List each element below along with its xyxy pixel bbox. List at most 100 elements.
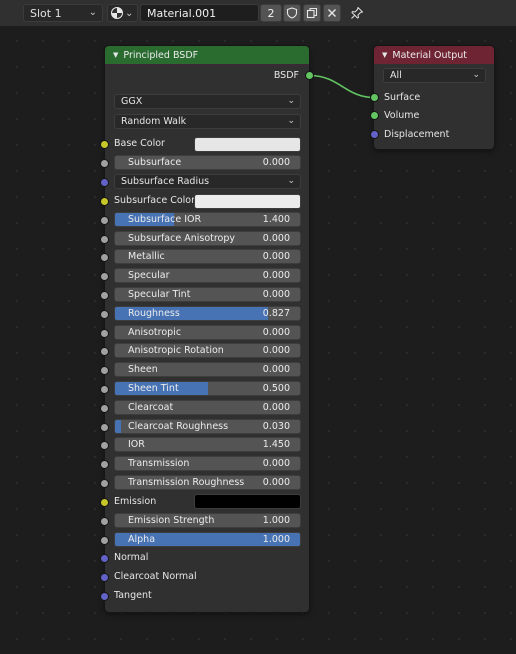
- metallic-socket[interactable]: [101, 253, 108, 261]
- specular-value: 0.000: [262, 270, 290, 281]
- roughness-label: Roughness: [128, 308, 180, 319]
- transmission-socket[interactable]: [101, 460, 108, 468]
- emission-swatch[interactable]: [194, 494, 301, 509]
- anisotropic-rotation-slider[interactable]: Anisotropic Rotation 0.000: [114, 343, 301, 358]
- transmission-slider[interactable]: Transmission 0.000: [114, 456, 301, 471]
- ior-label: IOR: [128, 439, 145, 450]
- bsdf-output-socket[interactable]: [305, 71, 313, 79]
- subsurface-anisotropy-slider[interactable]: Subsurface Anisotropy 0.000: [114, 231, 301, 246]
- unlink-material-button[interactable]: [323, 4, 341, 22]
- base-color-swatch[interactable]: [194, 137, 301, 152]
- new-material-button[interactable]: [303, 4, 321, 22]
- sheen-tint-slider[interactable]: Sheen Tint 0.500: [114, 381, 301, 396]
- roughness-value: 0.827: [262, 308, 290, 319]
- metallic-slider[interactable]: Metallic 0.000: [114, 249, 301, 264]
- user-count-button[interactable]: 2: [260, 4, 282, 22]
- material-sphere-icon: [111, 7, 123, 19]
- clearcoat-roughness-slider-fill: [115, 420, 121, 433]
- anisotropic-rotation-socket[interactable]: [101, 347, 108, 355]
- transmission-label: Transmission: [128, 458, 190, 469]
- surface-socket[interactable]: [370, 94, 378, 101]
- anisotropic-socket[interactable]: [101, 329, 108, 337]
- subsurface-color-label: Subsurface Color: [114, 195, 196, 206]
- chevron-down-icon: ⌄: [472, 70, 480, 80]
- material-name-field[interactable]: Material.001: [140, 4, 259, 22]
- fake-user-button[interactable]: [283, 4, 301, 22]
- slot-selector[interactable]: Slot 1 ⌄: [23, 4, 103, 22]
- sheen-tint-label: Sheen Tint: [128, 383, 179, 394]
- subsurface-radius-socket[interactable]: [101, 178, 108, 186]
- collapse-chevron-icon[interactable]: ▼: [382, 51, 387, 59]
- distribution-dropdown[interactable]: GGX ⌄: [114, 94, 301, 109]
- subsurface-color-socket[interactable]: [101, 197, 108, 205]
- subsurface-ior-socket[interactable]: [101, 216, 108, 224]
- render-target-value: All: [390, 70, 402, 81]
- specular-tint-slider[interactable]: Specular Tint 0.000: [114, 287, 301, 302]
- subsurface-slider[interactable]: Subsurface 0.000: [114, 155, 301, 170]
- clearcoat-normal-socket[interactable]: [101, 573, 108, 581]
- node-editor-header: Slot 1 ⌄ ⌄ Material.001 2: [0, 0, 516, 26]
- bsdf-output-label: BSDF: [273, 69, 299, 81]
- base-color-socket[interactable]: [101, 140, 108, 148]
- subsurface-method-dropdown[interactable]: Random Walk ⌄: [114, 114, 301, 129]
- displacement-socket[interactable]: [370, 131, 378, 138]
- base-color-label: Base Color: [114, 138, 165, 149]
- clearcoat-socket[interactable]: [101, 404, 108, 412]
- metallic-label: Metallic: [128, 251, 165, 262]
- ior-socket[interactable]: [101, 441, 108, 449]
- tangent-label: Tangent: [114, 590, 152, 601]
- anisotropic-label: Anisotropic: [128, 327, 182, 338]
- emission-socket[interactable]: [101, 498, 108, 506]
- subsurface-ior-slider[interactable]: Subsurface IOR 1.400: [114, 212, 301, 227]
- subsurface-method-value: Random Walk: [121, 116, 187, 127]
- transmission-value: 0.000: [262, 458, 290, 469]
- subsurface-color-swatch[interactable]: [194, 194, 301, 209]
- browse-material-button[interactable]: ⌄: [107, 4, 138, 22]
- render-target-dropdown[interactable]: All ⌄: [383, 68, 486, 83]
- node-header[interactable]: ▼ Principled BSDF: [105, 46, 309, 64]
- alpha-slider[interactable]: Alpha 1.000: [114, 532, 301, 547]
- sheen-slider[interactable]: Sheen 0.000: [114, 362, 301, 377]
- subsurface-anisotropy-socket[interactable]: [101, 235, 108, 243]
- roughness-slider[interactable]: Roughness 0.827: [114, 306, 301, 321]
- anisotropic-rotation-value: 0.000: [262, 345, 290, 356]
- material-name: Material.001: [147, 6, 217, 20]
- anisotropic-slider[interactable]: Anisotropic 0.000: [114, 325, 301, 340]
- sheen-socket[interactable]: [101, 366, 108, 374]
- alpha-socket[interactable]: [101, 536, 108, 544]
- transmission-roughness-socket[interactable]: [101, 479, 108, 487]
- principled-bsdf-node[interactable]: ▼ Principled BSDF BSDF GGX ⌄ Random Walk…: [101, 46, 313, 612]
- specular-tint-socket[interactable]: [101, 291, 108, 299]
- subsurface-label: Subsurface: [128, 157, 182, 168]
- clearcoat-roughness-slider[interactable]: Clearcoat Roughness 0.030: [114, 419, 301, 434]
- material-output-node[interactable]: ▼ Material Output All ⌄ Surface Volume D…: [370, 46, 494, 149]
- user-count: 2: [267, 6, 275, 20]
- bsdf-to-surface-link: [309, 74, 375, 99]
- transmission-roughness-slider[interactable]: Transmission Roughness 0.000: [114, 475, 301, 490]
- clearcoat-roughness-socket[interactable]: [101, 423, 108, 431]
- volume-socket[interactable]: [370, 112, 378, 119]
- roughness-socket[interactable]: [101, 310, 108, 318]
- clearcoat-slider[interactable]: Clearcoat 0.000: [114, 400, 301, 415]
- tangent-socket[interactable]: [101, 592, 108, 600]
- ior-slider[interactable]: IOR 1.450: [114, 437, 301, 452]
- normal-socket[interactable]: [101, 554, 108, 562]
- sheen-tint-socket[interactable]: [101, 385, 108, 393]
- displacement-label: Displacement: [384, 128, 450, 140]
- subsurface-radius-dropdown[interactable]: Subsurface Radius ⌄: [114, 174, 301, 189]
- chevron-down-icon: ⌄: [287, 176, 295, 186]
- surface-label: Surface: [384, 91, 421, 103]
- close-icon: [328, 9, 336, 17]
- duplicate-icon: [306, 7, 318, 19]
- subsurface-socket[interactable]: [101, 159, 108, 167]
- emission-strength-slider[interactable]: Emission Strength 1.000: [114, 513, 301, 528]
- specular-slider[interactable]: Specular 0.000: [114, 268, 301, 283]
- pin-icon: [351, 6, 364, 19]
- pin-button[interactable]: [349, 5, 365, 21]
- emission-strength-socket[interactable]: [101, 517, 108, 525]
- sheen-value: 0.000: [262, 364, 290, 375]
- node-header[interactable]: ▼ Material Output: [374, 46, 494, 64]
- collapse-chevron-icon[interactable]: ▼: [113, 51, 118, 59]
- specular-socket[interactable]: [101, 272, 108, 280]
- emission-strength-value: 1.000: [262, 515, 290, 526]
